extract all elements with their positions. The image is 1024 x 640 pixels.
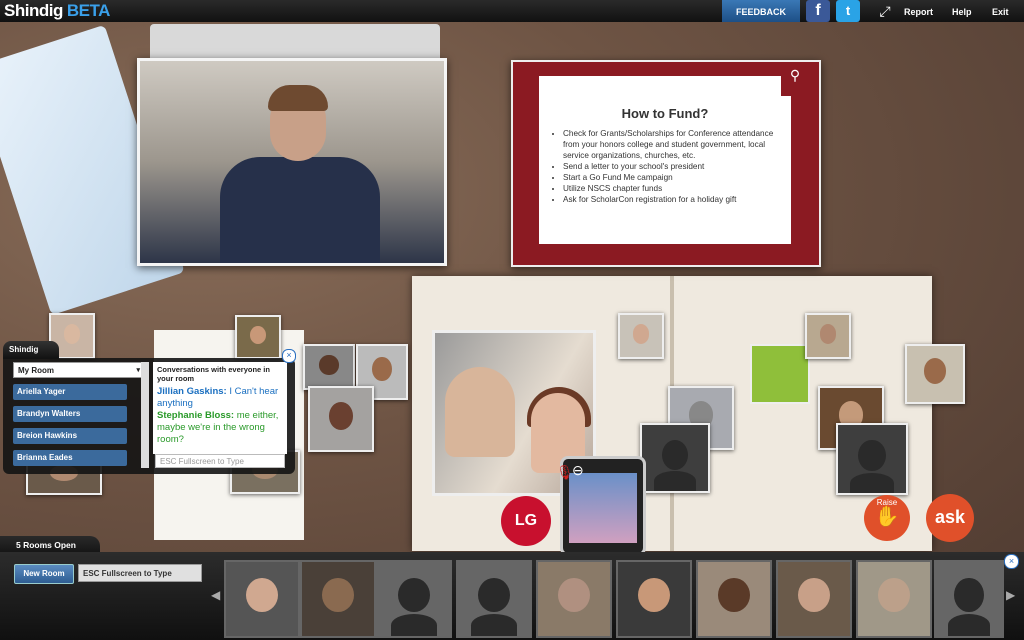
chat-close-icon[interactable]: ×	[282, 349, 296, 363]
featured-person-1	[445, 367, 515, 457]
room-thumb-placeholder[interactable]	[934, 560, 1004, 638]
participant-thumb[interactable]	[308, 386, 374, 452]
slide-bullet: Check for Grants/Scholarships for Confer…	[563, 128, 781, 161]
room-thumb-placeholder[interactable]	[376, 560, 452, 638]
raise-hand-button[interactable]: Raise ✋	[864, 495, 910, 541]
top-bar: Shindig BETA FEEDBACK f t ⤢ Report Help E…	[0, 0, 1024, 22]
slide-ribbon-logo: ⚲	[781, 62, 809, 96]
user-list-scrollbar[interactable]	[141, 362, 149, 468]
message-pane: Conversations with everyone in your room…	[153, 362, 287, 454]
feedback-button[interactable]: FEEDBACK	[722, 0, 800, 22]
room-thumb-placeholder[interactable]	[456, 560, 532, 638]
room-thumb[interactable]	[536, 560, 612, 638]
chat-message: Jillian Gaskins: I Can't hear anything	[153, 386, 287, 410]
bottom-bar: New Room ESC Fullscreen to Type ◀ ▶	[0, 552, 1024, 640]
beta-badge: BETA	[66, 1, 111, 20]
new-room-button[interactable]: New Room	[14, 564, 74, 584]
esc-fullscreen-field[interactable]: ESC Fullscreen to Type	[78, 564, 202, 582]
help-link[interactable]: Help	[952, 0, 972, 22]
lg-logo: LG	[501, 496, 551, 546]
participant-thumb[interactable]	[805, 313, 851, 359]
message-author: Jillian Gaskins:	[157, 386, 227, 397]
user-list-item[interactable]: Breion Hawkins	[13, 428, 127, 444]
room-thumb[interactable]	[616, 560, 692, 638]
participant-thumb[interactable]	[618, 313, 664, 359]
room-select[interactable]: My Room ▾	[13, 362, 143, 378]
scroll-left-icon[interactable]: ◀	[211, 588, 220, 602]
chat-panel: My Room ▾ Ariella Yager Brandyn Walters B…	[3, 358, 295, 474]
app-name: Shindig	[4, 1, 63, 20]
twitter-icon[interactable]: t	[836, 0, 860, 22]
slide-title: How to Fund?	[621, 106, 709, 121]
presenter-video[interactable]	[137, 58, 447, 266]
participant-thumb-placeholder[interactable]	[640, 423, 710, 493]
slide-bullet: Send a letter to your school's president	[563, 161, 781, 172]
room-thumb[interactable]	[300, 560, 376, 638]
report-link[interactable]: Report	[904, 0, 933, 22]
app-logo: Shindig BETA	[4, 1, 110, 21]
zoom-out-icon[interactable]: ⊖	[572, 462, 584, 479]
scroll-right-icon[interactable]: ▶	[1006, 588, 1015, 602]
room-thumb[interactable]	[856, 560, 932, 638]
message-header: Conversations with everyone in your room	[157, 365, 270, 383]
participant-thumb[interactable]	[303, 344, 355, 390]
user-list-item[interactable]: Brianna Eades	[13, 450, 127, 466]
chat-tab[interactable]: Shindig	[3, 341, 59, 359]
bottom-close-icon[interactable]: ×	[1004, 554, 1019, 569]
exit-link[interactable]: Exit	[992, 0, 1009, 22]
room-thumb[interactable]	[224, 560, 300, 638]
chevron-down-icon: ▾	[136, 367, 140, 374]
chat-message: Stephanie Bloss: me either, maybe we're …	[153, 410, 287, 446]
fullscreen-icon[interactable]: ⤢	[876, 2, 894, 20]
presenter-body	[220, 157, 380, 263]
ask-button[interactable]: ask	[926, 494, 974, 542]
user-list-item[interactable]: Brandyn Walters	[13, 406, 127, 422]
facebook-icon[interactable]: f	[806, 0, 830, 22]
room-select-value: My Room	[18, 366, 54, 375]
participant-thumb[interactable]	[905, 344, 965, 404]
slide-bullet: Utilize NSCS chapter funds	[563, 183, 781, 194]
slide-bullet: Ask for ScholarCon registration for a ho…	[563, 194, 781, 205]
hand-icon: ✋	[874, 506, 900, 528]
room-thumb[interactable]	[776, 560, 852, 638]
chat-input[interactable]: ESC Fullscreen to Type	[155, 454, 285, 468]
slide-bullet: Start a Go Fund Me campaign	[563, 172, 781, 183]
participant-thumb-placeholder[interactable]	[836, 423, 908, 495]
slide-content: How to Fund? Check for Grants/Scholarshi…	[539, 76, 791, 244]
slide-bullets: Check for Grants/Scholarships for Confer…	[553, 128, 781, 205]
user-list-item[interactable]: Ariella Yager	[13, 384, 127, 400]
room-thumb[interactable]	[696, 560, 772, 638]
presentation-slide[interactable]: How to Fund? Check for Grants/Scholarshi…	[511, 60, 821, 267]
participant-thumb[interactable]	[235, 315, 281, 359]
participant-thumb-green[interactable]	[750, 344, 810, 404]
presenter-hair	[268, 85, 328, 111]
message-author: Stephanie Bloss:	[157, 410, 235, 421]
